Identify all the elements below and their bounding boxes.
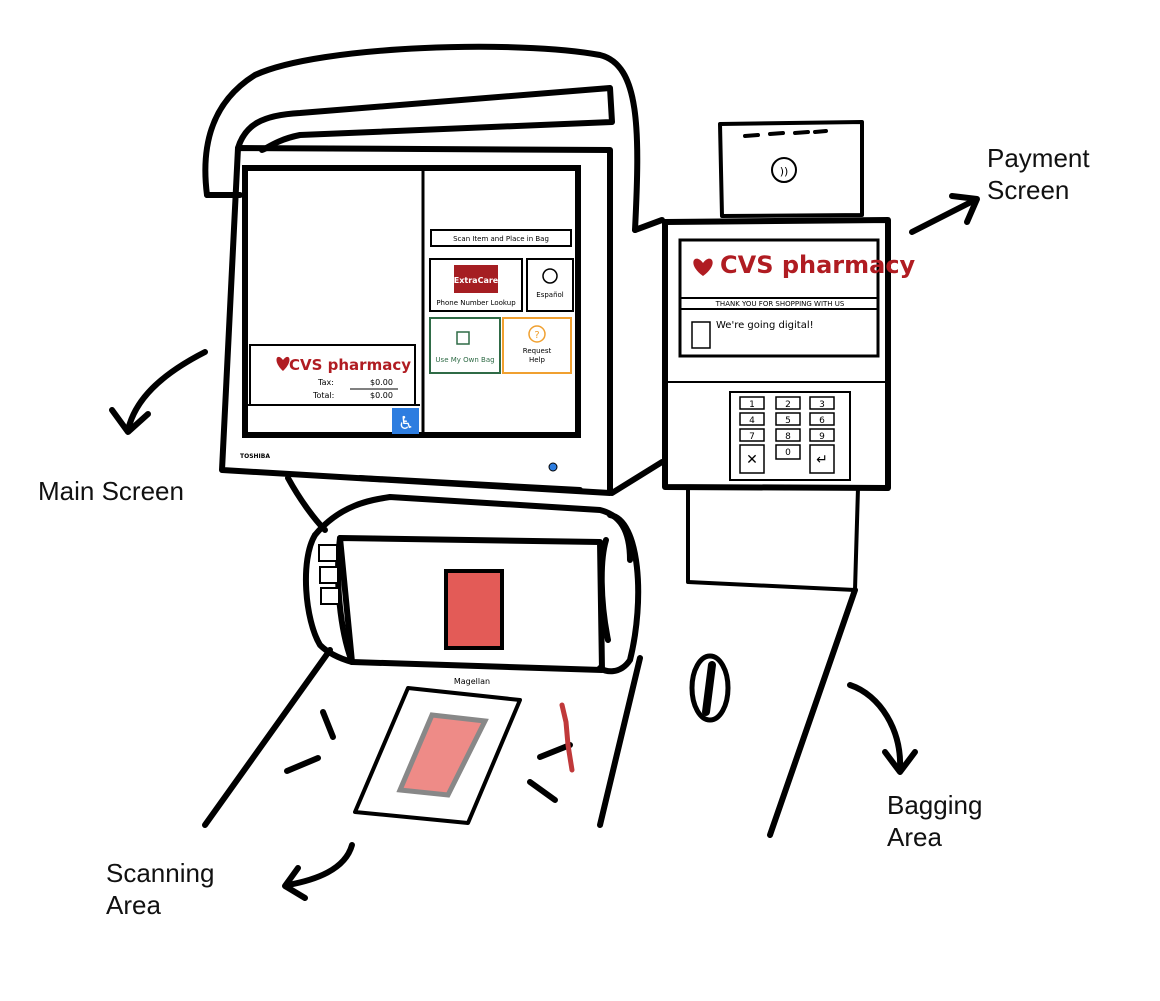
motion-mark bbox=[284, 755, 321, 774]
keypad-key-label: 8 bbox=[785, 432, 791, 442]
power-indicator bbox=[548, 462, 558, 472]
receipt-brand-logo: CVS pharmacy bbox=[289, 356, 411, 374]
arm-lower bbox=[609, 459, 665, 496]
accessibility-icon: ♿ bbox=[398, 413, 414, 434]
kiosk-handle-inner bbox=[235, 85, 615, 153]
tax-label: Tax: bbox=[317, 378, 334, 387]
own-bag-button[interactable] bbox=[429, 317, 501, 374]
scanning-arrow bbox=[285, 842, 355, 888]
keypad-key-label: 4 bbox=[749, 416, 755, 426]
request-help-line1: Request bbox=[523, 347, 552, 355]
main-display: CVS pharmacy Tax: $0.00 Total: $0.00 ♿ S… bbox=[240, 165, 581, 472]
keypad-key-label: ↵ bbox=[816, 452, 828, 468]
arm-upper bbox=[632, 217, 665, 233]
keypad-key-label: 5 bbox=[785, 416, 791, 426]
bagging-area-label: Bagging Area bbox=[887, 790, 983, 852]
motion-mark bbox=[537, 742, 573, 760]
scanner-brand: Magellan bbox=[454, 677, 490, 686]
counter-right-edge bbox=[597, 655, 643, 828]
bagging-pole bbox=[686, 486, 860, 592]
scan-bed bbox=[396, 712, 489, 798]
payment-arrow bbox=[909, 197, 978, 235]
keypad-key-label: 3 bbox=[819, 400, 825, 410]
request-help-line2: Help bbox=[529, 356, 546, 364]
keypad-key-label: 0 bbox=[785, 448, 791, 458]
total-value: $0.00 bbox=[370, 391, 393, 400]
contactless-glyph: )) bbox=[780, 165, 789, 178]
instruction-text: Scan Item and Place in Bag bbox=[453, 235, 549, 243]
keypad-key-label: 2 bbox=[785, 400, 791, 410]
espanol-label: Español bbox=[536, 291, 564, 299]
counter-left-edge bbox=[202, 647, 333, 828]
payment-screen-label: Payment Screen bbox=[987, 143, 1090, 205]
scanner-top bbox=[312, 494, 633, 563]
payment-brand-logo: CVS pharmacy bbox=[720, 251, 916, 279]
scan-laser bbox=[559, 702, 575, 773]
monitor-bottom-edge bbox=[357, 475, 583, 493]
keypad-key-label: ✕ bbox=[746, 452, 758, 468]
cash-slot bbox=[320, 587, 340, 605]
motion-mark bbox=[320, 709, 336, 740]
keypad-key-label: 1 bbox=[749, 400, 755, 410]
motion-mark bbox=[527, 779, 558, 803]
espanol-button[interactable] bbox=[526, 258, 574, 312]
extracare-label: ExtraCare bbox=[454, 276, 499, 285]
scanner-window bbox=[444, 569, 504, 650]
card-slot bbox=[743, 129, 828, 138]
bagging-edge bbox=[767, 587, 858, 838]
digital-note: We're going digital! bbox=[716, 320, 814, 331]
help-icon-glyph: ? bbox=[534, 330, 539, 341]
keypad-key-label: 6 bbox=[819, 416, 825, 426]
payment-details: )) CVS pharmacy THANK YOU FOR SHOPPING W… bbox=[678, 157, 916, 481]
phone-lookup-label: Phone Number Lookup bbox=[436, 299, 516, 307]
receipt-slot bbox=[319, 566, 339, 584]
thank-you-text: THANK YOU FOR SHOPPING WITH US bbox=[715, 300, 845, 308]
own-bag-label: Use My Own Bag bbox=[435, 356, 494, 364]
kiosk-diagram: CVS pharmacy Tax: $0.00 Total: $0.00 ♿ S… bbox=[0, 0, 1160, 996]
coupon-slot bbox=[318, 544, 338, 562]
kiosk-neck-left bbox=[285, 475, 328, 533]
keypad-key-label: 7 bbox=[749, 432, 755, 442]
scanning-area-label: Scanning Area bbox=[106, 858, 215, 920]
keypad-key-label: 9 bbox=[819, 432, 825, 442]
total-label: Total: bbox=[312, 391, 334, 400]
maker-label: TOSHIBA bbox=[240, 453, 270, 460]
main-screen-label: Main Screen bbox=[38, 476, 184, 506]
phone-icon bbox=[691, 321, 711, 349]
scanner-right-face bbox=[598, 537, 611, 643]
tax-value: $0.00 bbox=[370, 378, 393, 387]
